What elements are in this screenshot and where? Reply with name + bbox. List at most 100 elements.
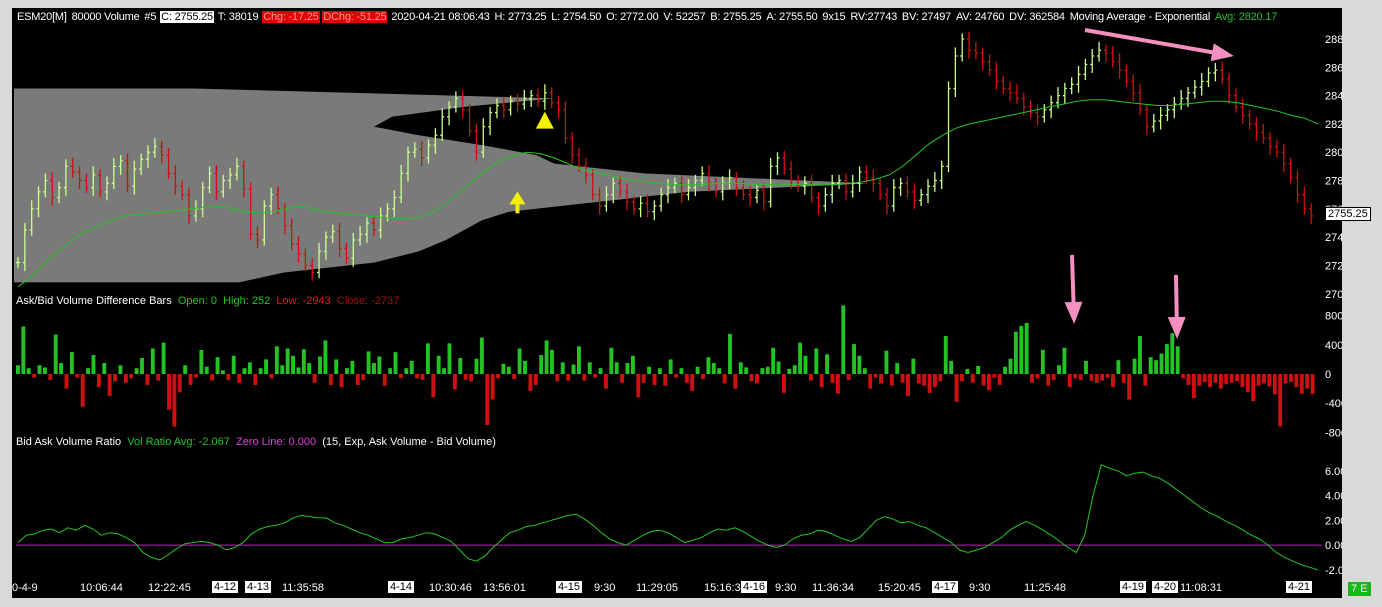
pane3-avg: Vol Ratio Avg: -2.067 [127, 436, 230, 448]
time-axis-label: 9:30 [969, 582, 991, 594]
volume-diff-bar [1229, 374, 1234, 383]
pane2-title: Ask/Bid Volume Difference Bars Open: 0 H… [16, 295, 399, 307]
volume-diff-bar [194, 374, 198, 378]
volume-diff-bar [814, 348, 819, 374]
volume-diff-bar [172, 374, 177, 427]
volume-diff-bar [1213, 374, 1218, 383]
volume-diff-bar [868, 374, 873, 389]
volume-diff-bar [210, 374, 215, 381]
volume-diff-bar [647, 366, 652, 374]
corner-badge[interactable]: 7 E [1348, 582, 1371, 596]
volume-profile [14, 88, 869, 283]
chart-canvas[interactable]: 2880.00 2860.00 2840.00 2820.00 2800.00 2780.… [12, 8, 1342, 598]
time-axis-label: 13:56:01 [483, 582, 526, 594]
time-axis[interactable]: 0-4-9 10:06:44 12:22:45 4-12 4-13 11:35:58 4-1… [12, 579, 1342, 598]
volume-diff-bar [970, 374, 975, 383]
volume-diff-bar [398, 374, 403, 379]
change-value: Chg: -17.25 [262, 11, 320, 23]
volume-diff-bar [1127, 374, 1132, 400]
volume-diff-bar [679, 368, 684, 374]
volume-diff-bar [145, 374, 150, 385]
volume-diff-bar [706, 357, 711, 374]
volume-diff-bar [242, 368, 247, 374]
volume-diff-bar [1089, 374, 1094, 381]
volume-diff-bar [420, 374, 425, 380]
volume-diff-bar [1272, 374, 1277, 395]
volume-diff-bar [738, 362, 743, 374]
volume-diff-bar [771, 347, 776, 374]
volume-diff-bar [1148, 357, 1153, 374]
volume-diff-bar [787, 368, 792, 374]
volume-diff-bar [496, 374, 500, 379]
symbol: ESM20[M] [17, 11, 67, 23]
time-axis-label: 9:30 [594, 582, 616, 594]
volume-diff-bar [1094, 374, 1099, 383]
volume-diff-bar [1143, 374, 1148, 386]
volume-diff-bar [550, 349, 554, 374]
volume-diff-bar [312, 374, 317, 383]
volume-diff-bar [183, 365, 188, 374]
time-axis-label: 4-17 [932, 581, 959, 593]
volume-diff-bar [781, 374, 786, 393]
open-value: O: 2772.00 [606, 11, 659, 23]
price-axis-label: 2820.00 [1325, 119, 1342, 131]
time-axis-label: 10:30:46 [429, 582, 472, 594]
time-axis-label: 4-12 [212, 581, 239, 593]
volume-diff-bar [1218, 374, 1223, 389]
price-axis-label: 2860.00 [1325, 62, 1342, 74]
volume-diff-bar [1267, 374, 1272, 387]
last-price-tag: 2755.25 [1325, 207, 1371, 221]
volume-diff-bar [900, 374, 905, 383]
volume-diff-bar [1132, 358, 1137, 374]
volume-diff-bar [976, 365, 981, 374]
volume-diff-bar [42, 367, 47, 374]
time-axis-label: 4-13 [245, 581, 272, 593]
voldiff-axis-label: 0 [1325, 369, 1331, 381]
annotation-arrow-head [1064, 301, 1083, 324]
volume-diff-bar [1310, 374, 1315, 394]
volume-diff-bar [436, 355, 441, 374]
close-value: C: 2755.25 [160, 11, 214, 23]
volume-diff-bar [798, 342, 803, 374]
size-value: 9x15 [822, 11, 846, 23]
volume-diff-bar [1191, 374, 1196, 399]
volume-diff-bar [156, 374, 161, 381]
volume-diff-bar [1197, 374, 1202, 386]
trades-value: T: 38019 [217, 11, 259, 23]
yellow-triangle-marker [535, 111, 554, 129]
volume-diff-bar [614, 362, 619, 374]
volume-diff-bar [1289, 374, 1293, 383]
volume-diff-bar [630, 355, 635, 374]
volume-diff-bar [512, 374, 517, 380]
volume-diff-bar [334, 359, 339, 374]
volume-diff-bar [1283, 374, 1288, 384]
voldiff-axis-label: 8000 [1325, 311, 1342, 323]
volume-diff-bar [1013, 331, 1018, 374]
chart-number: #5 [144, 11, 157, 23]
volume-diff-bar [852, 344, 856, 374]
volume-diff-bar [986, 374, 991, 391]
pane2-name: Ask/Bid Volume Difference Bars [16, 295, 172, 307]
volume-diff-bar [641, 374, 646, 383]
volume-diff-bar [253, 374, 258, 385]
volume-diff-bar [323, 340, 328, 374]
volume-diff-bar [377, 356, 382, 374]
volume-diff-bar [1046, 374, 1051, 386]
volume-diff-bar [603, 374, 608, 389]
voldiff-axis-label: 4000 [1325, 340, 1342, 352]
volume-diff-bar [684, 374, 689, 383]
volume-diff-bar [695, 366, 700, 374]
volume-diff-bar [161, 342, 166, 374]
volume-diff-bar [1100, 374, 1105, 381]
time-axis-label: 4-19 [1120, 581, 1147, 593]
volume-diff-bar [1040, 349, 1045, 374]
volume-diff-bar [528, 374, 533, 391]
volume-diff-bar [1175, 346, 1180, 374]
volume-diff-bar [571, 364, 576, 374]
volume-diff-bar [776, 361, 781, 374]
volume-diff-bar [625, 363, 630, 374]
volume-diff-bar [366, 351, 371, 374]
volume-diff-bar [204, 366, 209, 374]
volume-diff-bar [539, 355, 544, 374]
volume-diff-bar [1294, 374, 1299, 388]
